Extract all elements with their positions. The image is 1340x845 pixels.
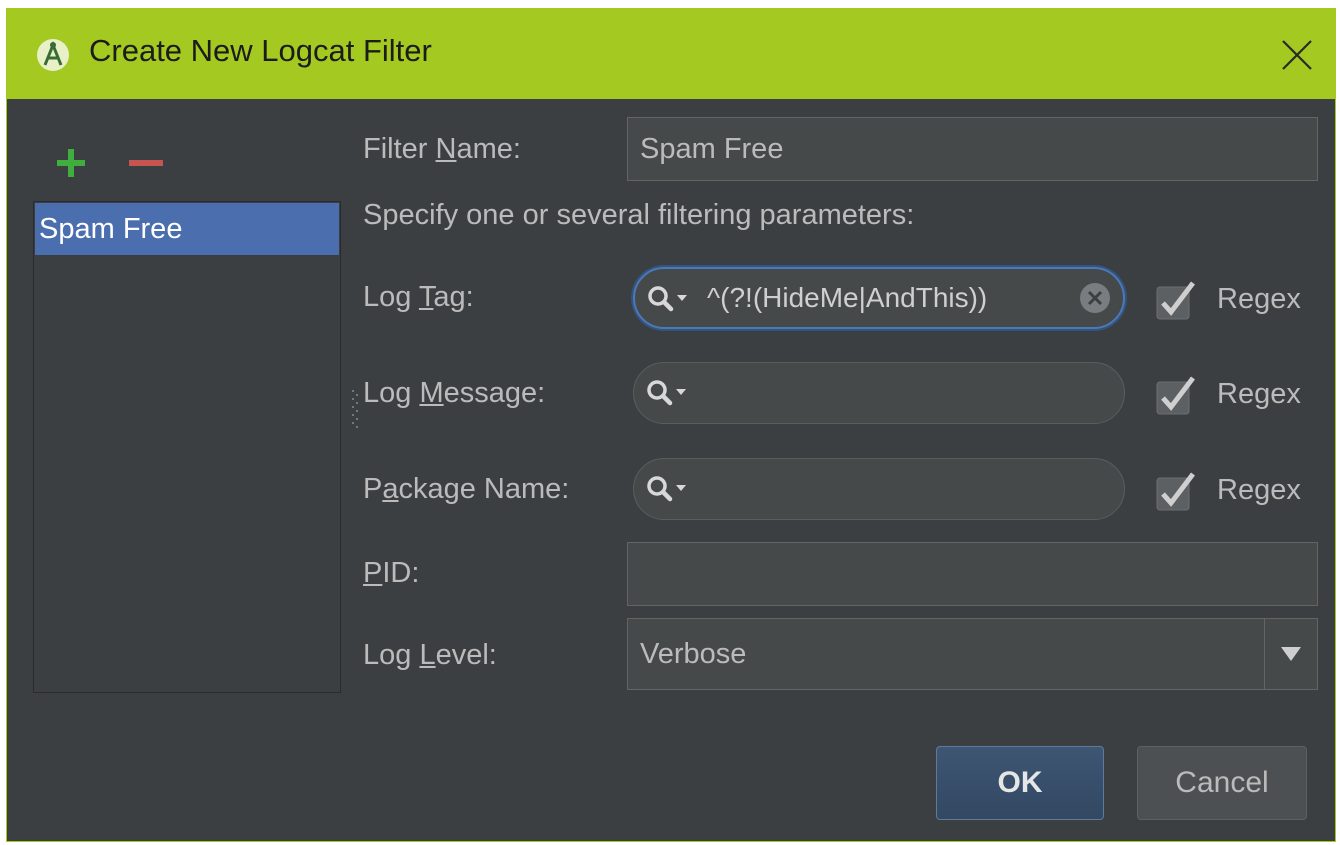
filter-list-item[interactable]: Spam Free xyxy=(35,203,339,255)
package-name-regex-checkbox[interactable] xyxy=(1153,470,1199,514)
log-level-select[interactable]: Verbose xyxy=(627,618,1318,690)
filter-hint-text: Specify one or several filtering paramet… xyxy=(363,199,915,231)
log-level-dropdown-button[interactable] xyxy=(1264,619,1317,689)
log-level-label: Log Level: xyxy=(363,639,497,671)
log-tag-value: ^(?!(HideMe|AndThis)) xyxy=(707,282,988,313)
ok-button[interactable]: OK xyxy=(936,746,1104,820)
title-bar[interactable]: Create New Logcat Filter xyxy=(7,9,1335,99)
log-tag-regex-label: Regex xyxy=(1217,283,1301,315)
android-studio-icon xyxy=(37,39,69,71)
log-tag-regex-checkbox[interactable] xyxy=(1153,279,1199,323)
dialog-title: Create New Logcat Filter xyxy=(89,33,432,68)
log-message-regex-checkbox[interactable] xyxy=(1153,374,1199,418)
package-name-search-field[interactable] xyxy=(633,458,1125,520)
clear-icon[interactable] xyxy=(1079,282,1111,314)
close-icon[interactable] xyxy=(1277,35,1317,75)
search-icon[interactable] xyxy=(645,283,697,315)
package-name-regex-label: Regex xyxy=(1217,474,1301,506)
log-level-value: Verbose xyxy=(640,638,747,670)
resize-grip-icon[interactable] xyxy=(351,387,359,431)
log-tag-search-field[interactable]: ^(?!(HideMe|AndThis)) xyxy=(633,267,1125,329)
log-message-search-field[interactable] xyxy=(633,362,1125,424)
log-message-regex-label: Regex xyxy=(1217,378,1301,410)
package-name-label: Package Name: xyxy=(363,473,570,505)
dropdown-arrow-icon xyxy=(1281,647,1301,661)
pid-label: PID: xyxy=(363,557,420,589)
filter-list: Spam Free xyxy=(33,201,341,693)
search-icon[interactable] xyxy=(644,473,696,505)
add-icon[interactable] xyxy=(51,143,91,183)
log-message-label: Log Message: xyxy=(363,377,546,409)
dialog-body: Spam Free Filter Name: Spam Free Specify… xyxy=(7,99,1335,841)
pid-field[interactable] xyxy=(627,542,1318,606)
filter-name-label: Filter Name: xyxy=(363,133,521,165)
create-logcat-filter-dialog: Create New Logcat Filter Spam Free Filte… xyxy=(6,8,1336,842)
log-tag-label: Log Tag: xyxy=(363,281,474,313)
search-icon[interactable] xyxy=(644,377,696,409)
cancel-button[interactable]: Cancel xyxy=(1137,746,1307,820)
filter-name-field[interactable]: Spam Free xyxy=(627,117,1318,181)
remove-icon[interactable] xyxy=(125,143,165,183)
